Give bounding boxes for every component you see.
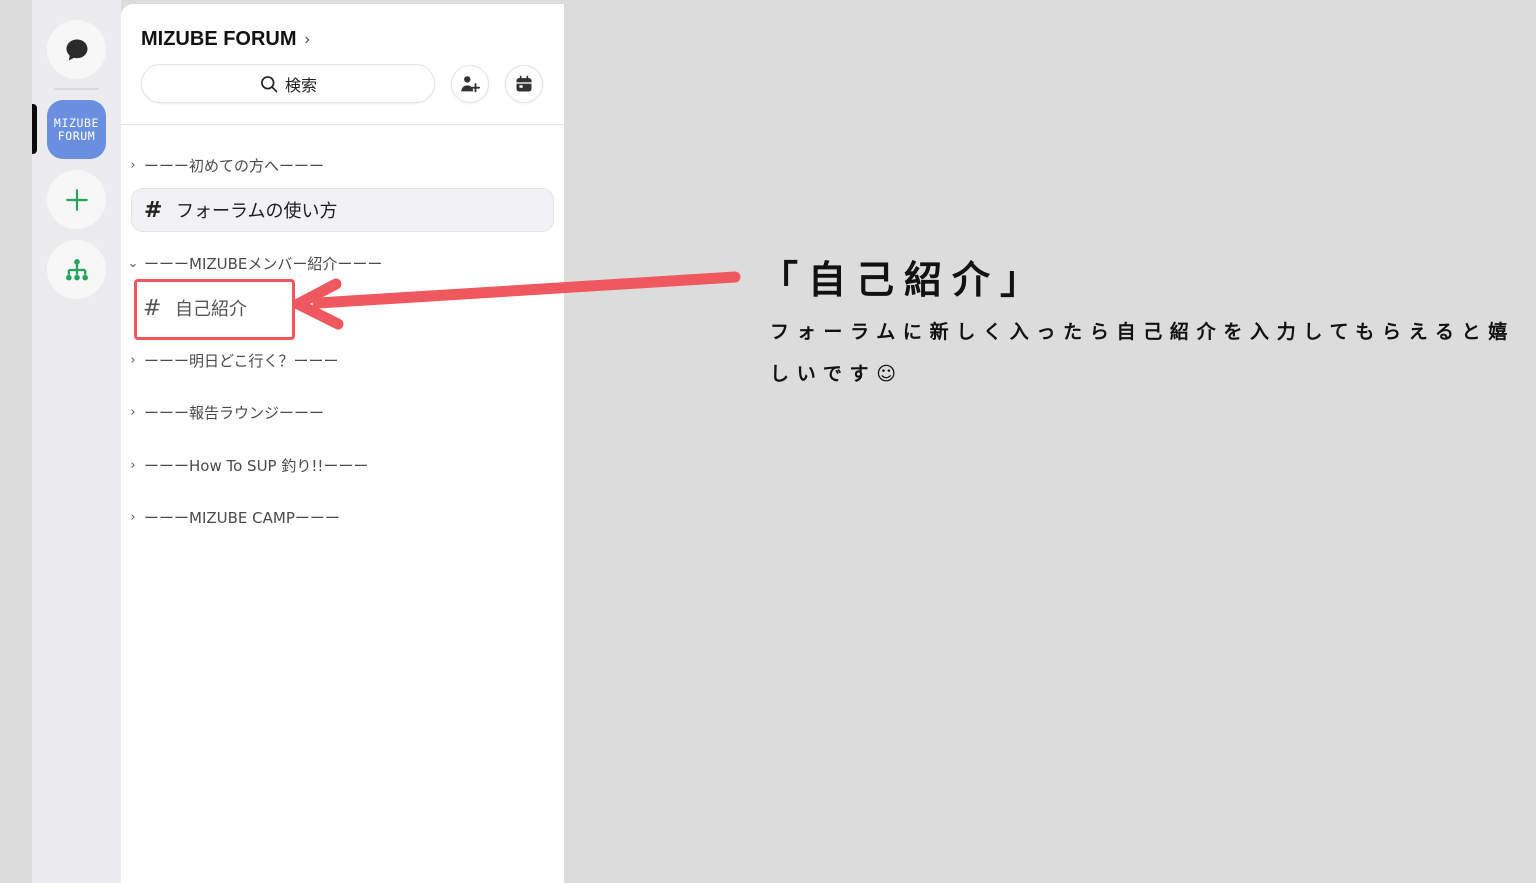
annotation-arrow: [292, 271, 741, 330]
annotation-title: 「自己紹介」: [760, 258, 1049, 302]
annotation-body: フォーラムに新しく入ったら自己紹介を入力してもらえると嬉しいです☺: [770, 321, 1515, 385]
